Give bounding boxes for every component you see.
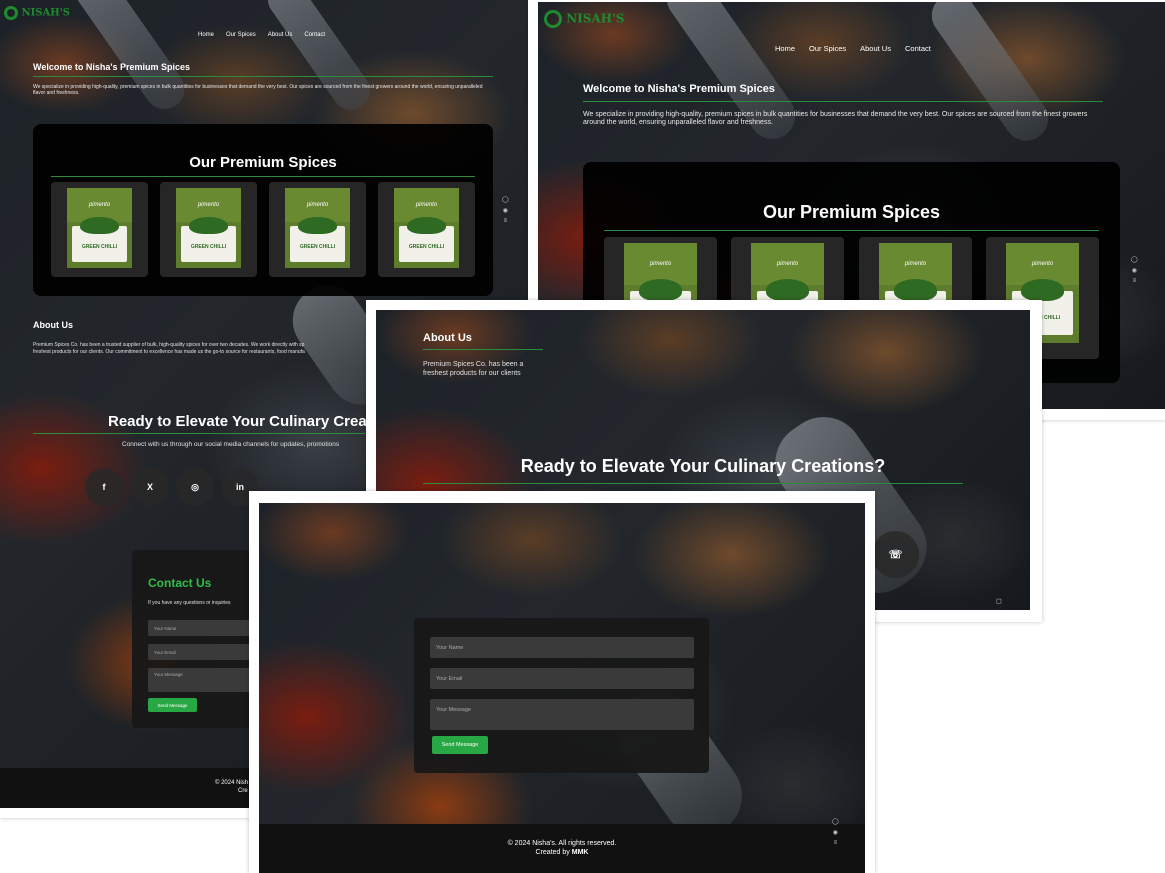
- side-toolbar: ◯ ◉ ≡: [502, 196, 509, 224]
- product-card[interactable]: pimentoGREEN CHILLI: [160, 182, 257, 277]
- x-icon[interactable]: X: [131, 468, 169, 506]
- menu-icon[interactable]: ≡: [504, 218, 508, 224]
- eye-icon[interactable]: ◉: [833, 829, 838, 836]
- nav-contact[interactable]: Contact: [905, 44, 931, 53]
- cta-title: Ready to Elevate Your Culinary Creations…: [520, 456, 886, 476]
- logo-mark-icon: [4, 6, 18, 20]
- contact-intro: If you have any questions or inquiries: [148, 600, 231, 606]
- footer-copyright: © 2024 Nish: [215, 780, 249, 786]
- footer: © 2024 Nisha's. All rights reserved. Cre…: [259, 824, 865, 873]
- product-image: pimentoGREEN CHILLI: [176, 188, 241, 268]
- spices-title: Our Premium Spices: [762, 202, 941, 222]
- name-input[interactable]: Your Name: [430, 637, 694, 658]
- cta-divider: [33, 433, 373, 434]
- send-message-button[interactable]: Send Message: [148, 698, 197, 712]
- main-nav: Home Our Spices About Us Contact: [775, 44, 931, 53]
- nav-contact[interactable]: Contact: [304, 32, 325, 38]
- message-input[interactable]: Your Message: [430, 699, 694, 730]
- side-toolbar: ◯ ◉ ≡: [1131, 256, 1138, 284]
- about-title: About Us: [423, 332, 472, 344]
- menu-icon[interactable]: ≡: [834, 840, 838, 846]
- facebook-icon[interactable]: f: [85, 468, 123, 506]
- nav-our-spices[interactable]: Our Spices: [226, 32, 256, 38]
- eye-icon[interactable]: ◉: [1132, 267, 1137, 274]
- nav-about-us[interactable]: About Us: [268, 32, 293, 38]
- hero-divider: [33, 76, 493, 77]
- logo-mark-icon: [544, 10, 562, 28]
- contact-title: Contact Us: [148, 576, 212, 590]
- cta-text: Connect with us through our social media…: [122, 441, 340, 448]
- nav-about-us[interactable]: About Us: [860, 44, 891, 53]
- about-text-line-2: freshest products for our clients. Our c…: [33, 349, 305, 355]
- product-image: pimentoGREEN CHILLI: [285, 188, 350, 268]
- contact-card: Your Name Your Email Your Message Send M…: [414, 618, 709, 773]
- about-title: About Us: [33, 320, 73, 330]
- spices-divider: [51, 176, 475, 177]
- send-message-button[interactable]: Send Message: [432, 736, 488, 754]
- main-nav: Home Our Spices About Us Contact: [198, 32, 325, 38]
- hero-divider: [583, 101, 1103, 102]
- product-card[interactable]: pimentoGREEN CHILLI: [378, 182, 475, 277]
- site-logo[interactable]: NISAH'S: [4, 6, 70, 20]
- footer-copyright: © 2024 Nisha's. All rights reserved.: [507, 840, 617, 847]
- side-toolbar: ◯ ◉ ≡: [832, 818, 839, 846]
- nav-home[interactable]: Home: [775, 44, 795, 53]
- site-logo[interactable]: NISAH'S: [544, 10, 624, 28]
- cta-title: Ready to Elevate Your Culinary Crea: [108, 413, 367, 430]
- footer-created: Created by MMK: [535, 849, 589, 856]
- spices-panel: Our Premium Spices pimentoGREEN CHILLI p…: [33, 124, 493, 296]
- product-image: pimentoGREEN CHILLI: [394, 188, 459, 268]
- footer-created: Cre: [238, 788, 248, 794]
- hero-title: Welcome to Nisha's Premium Spices: [583, 83, 775, 95]
- chat-icon[interactable]: ◻: [996, 597, 1002, 605]
- cta-divider: [423, 483, 963, 484]
- instagram-icon[interactable]: ◎: [176, 468, 214, 506]
- chat-icon[interactable]: ◯: [832, 818, 839, 825]
- hero-text: We specialize in providing high-quality,…: [33, 84, 483, 96]
- product-image: pimentoGREEN CHILLI: [67, 188, 132, 268]
- eye-icon[interactable]: ◉: [503, 207, 508, 214]
- email-input[interactable]: Your Email: [430, 668, 694, 689]
- spices-title: Our Premium Spices: [189, 154, 337, 171]
- hero-title: Welcome to Nisha's Premium Spices: [33, 62, 191, 72]
- about-divider: [423, 349, 543, 350]
- product-card[interactable]: pimentoGREEN CHILLI: [269, 182, 366, 277]
- phone-icon[interactable]: ☏: [872, 531, 919, 578]
- product-card[interactable]: pimentoGREEN CHILLI: [51, 182, 148, 277]
- hero-text: We specialize in providing high-quality,…: [583, 111, 1088, 127]
- nav-home[interactable]: Home: [198, 32, 214, 38]
- chat-icon[interactable]: ◯: [502, 196, 509, 203]
- creator-link[interactable]: MMK: [572, 849, 589, 856]
- chat-icon[interactable]: ◯: [1131, 256, 1138, 263]
- screenshot-d: Your Name Your Email Your Message Send M…: [249, 491, 875, 873]
- nav-our-spices[interactable]: Our Spices: [809, 44, 846, 53]
- menu-icon[interactable]: ≡: [1133, 278, 1137, 284]
- about-text-line-2: freshest products for our clients: [423, 370, 521, 377]
- spices-divider: [604, 230, 1099, 231]
- about-text-line-1: Premium Spices Co. has been a trusted su…: [33, 342, 305, 348]
- about-text-line-1: Premium Spices Co. has been a: [423, 361, 524, 368]
